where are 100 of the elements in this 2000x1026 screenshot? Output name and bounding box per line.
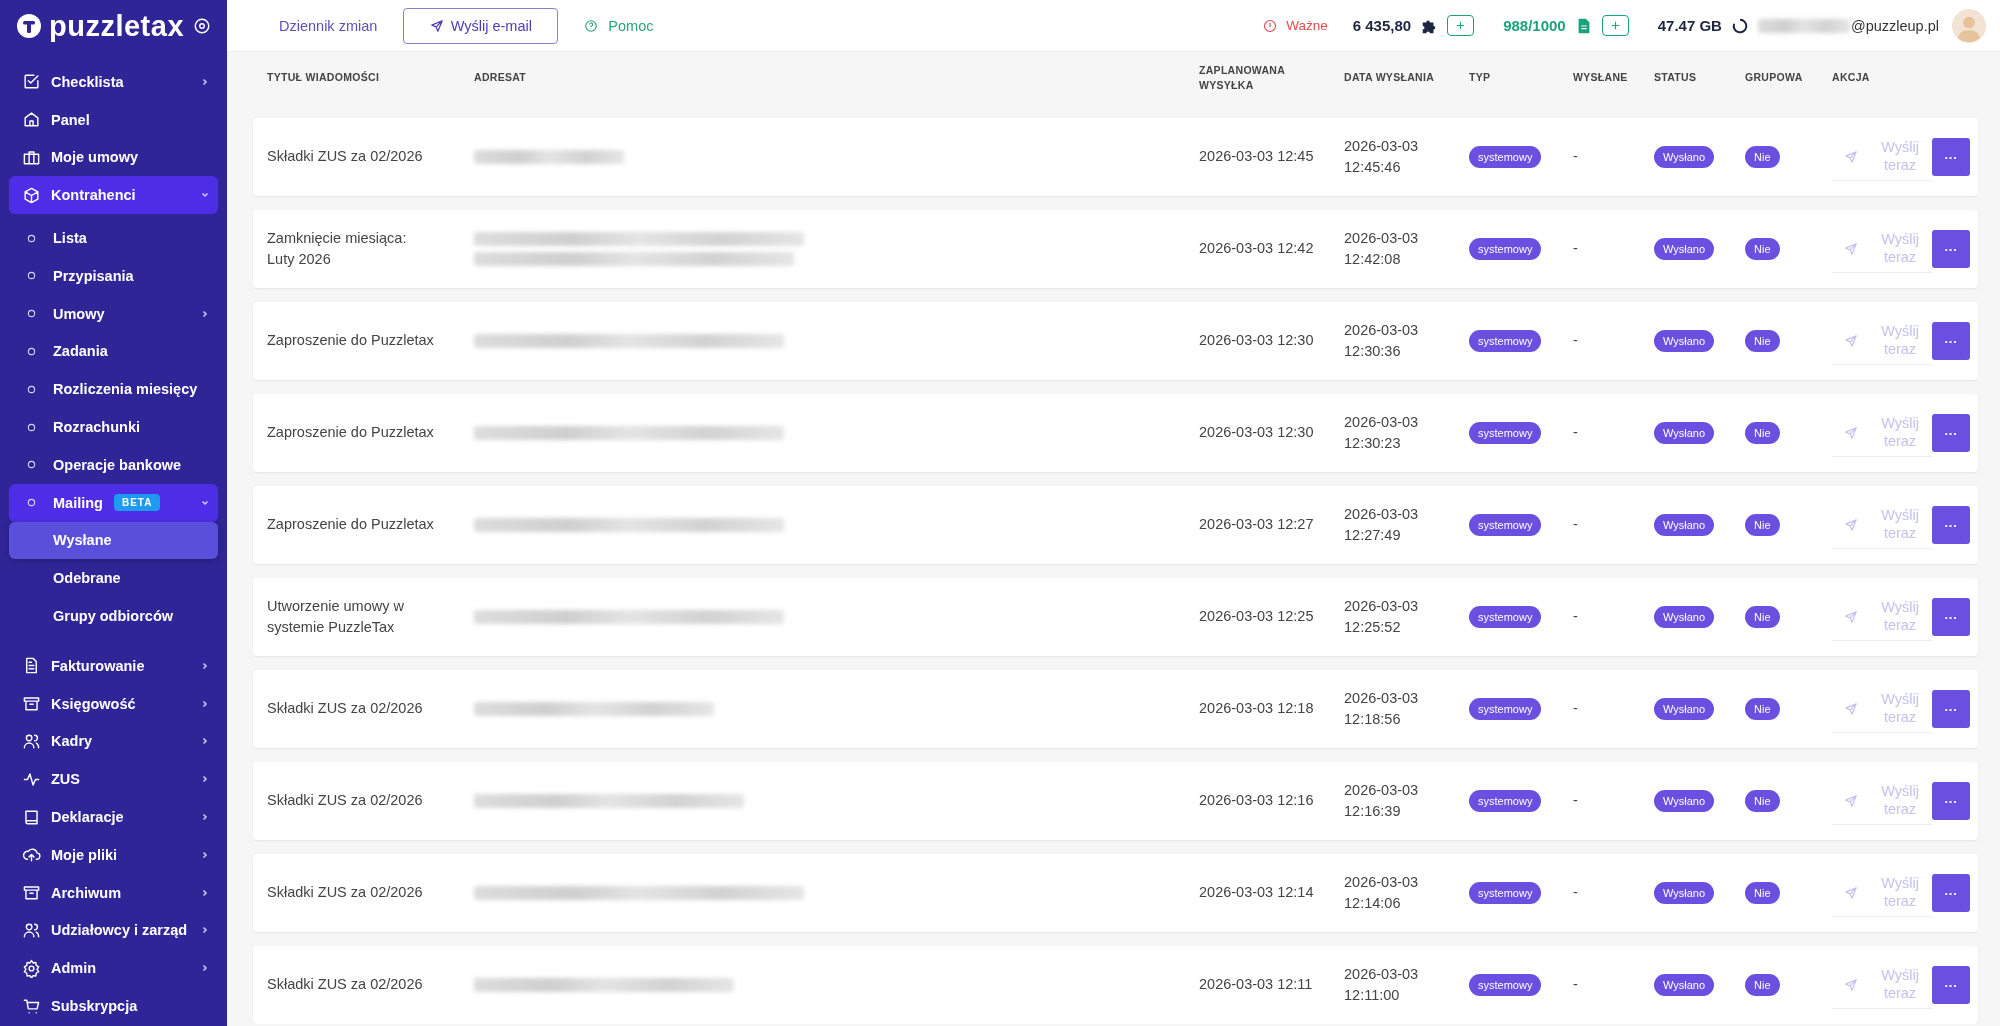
- more-button[interactable]: ···: [1932, 966, 1970, 1004]
- send-icon: [1844, 793, 1858, 808]
- chevron-icon: [200, 963, 210, 974]
- book-icon: [22, 807, 41, 827]
- checkbox-icon: [22, 72, 41, 92]
- status-badge: Wysłano: [1654, 238, 1715, 260]
- nav-item[interactable]: Księgowość: [9, 684, 218, 723]
- nav-item[interactable]: Kontrahenci: [9, 176, 218, 215]
- nav-item[interactable]: Checklista: [9, 63, 218, 101]
- table-cell-text: -: [1573, 607, 1579, 627]
- type-badge: systemowy: [1469, 238, 1542, 260]
- table-cell-text: Zaproszenie do Puzzletax: [267, 331, 435, 351]
- send-icon: [1844, 241, 1858, 256]
- add-button[interactable]: [1601, 15, 1629, 36]
- column-header: WYSŁANE: [1573, 70, 1629, 86]
- bullet-icon: [27, 422, 36, 432]
- send-icon: [1844, 333, 1858, 348]
- status-badge: Wysłano: [1654, 790, 1715, 812]
- type-badge: systemowy: [1469, 974, 1542, 996]
- nav-item[interactable]: Zadania: [9, 332, 218, 371]
- send-icon: [1844, 977, 1858, 992]
- status-badge: Wysłano: [1654, 882, 1715, 904]
- cart-icon: [22, 996, 41, 1016]
- more-button[interactable]: ···: [1932, 414, 1970, 452]
- nav-item[interactable]: Admin: [9, 949, 218, 988]
- table-cell-text: Składki ZUS za 02/2026: [267, 791, 424, 811]
- nav-item[interactable]: Rozrachunki: [9, 408, 218, 446]
- column-header: GRUPOWA: [1745, 70, 1804, 86]
- bullet-icon: [27, 384, 36, 394]
- progress-ring-icon: [1730, 16, 1749, 35]
- chevron-icon: [200, 849, 210, 860]
- nav-item[interactable]: Kadry: [9, 722, 218, 761]
- nav-item[interactable]: Lista: [9, 219, 218, 257]
- nav-item[interactable]: Przypisania: [9, 257, 218, 295]
- table-cell-text: 2026-03-03 12:30:23: [1344, 413, 1420, 453]
- table-cell-text: 2026-03-03 12:30: [1199, 423, 1315, 443]
- nav-item[interactable]: Udziałowcy i zarząd: [9, 911, 218, 950]
- nav-item[interactable]: Moje pliki: [9, 835, 218, 874]
- nav-item[interactable]: Operacje bankowe: [9, 445, 218, 484]
- more-button[interactable]: ···: [1932, 782, 1970, 820]
- upload-icon: [22, 845, 41, 865]
- group-badge: Nie: [1745, 146, 1780, 168]
- nav-item[interactable]: Panel: [9, 100, 218, 139]
- nav-item[interactable]: Rozliczenia miesięcy: [9, 370, 218, 409]
- table-cell-text: -: [1573, 147, 1579, 167]
- bullet-icon: [27, 460, 36, 470]
- table-cell-text: Zaproszenie do Puzzletax: [267, 423, 435, 443]
- nav-item[interactable]: Wysłane: [9, 521, 218, 560]
- type-badge: systemowy: [1469, 790, 1542, 812]
- send-email-button[interactable]: Wyślij e-mail: [403, 7, 559, 44]
- more-button[interactable]: ···: [1932, 322, 1970, 360]
- table-cell-text: 2026-03-03 12:14:06: [1344, 873, 1420, 913]
- nav-item[interactable]: Fakturowanie: [9, 646, 218, 685]
- group-badge: Nie: [1745, 698, 1780, 720]
- bullet-icon: [27, 271, 36, 281]
- more-button[interactable]: ···: [1932, 230, 1970, 268]
- chevron-icon: [200, 660, 210, 671]
- table-cell-text: -: [1573, 515, 1579, 535]
- archive-icon: [22, 694, 41, 714]
- avatar-icon[interactable]: [1952, 8, 1986, 43]
- more-button[interactable]: ···: [1932, 138, 1970, 176]
- sidebar-toggle-icon[interactable]: [193, 17, 211, 35]
- chevron-icon: [200, 812, 210, 823]
- nav-item[interactable]: Grupy odbiorców: [9, 597, 218, 635]
- table-cell-text: 2026-03-03 12:18:56: [1344, 689, 1420, 729]
- send-icon: [1844, 425, 1858, 440]
- chevron-icon: [200, 698, 210, 709]
- important-link[interactable]: Ważne: [1263, 18, 1328, 33]
- group-badge: Nie: [1745, 238, 1780, 260]
- group-badge: Nie: [1745, 790, 1780, 812]
- add-button[interactable]: [1447, 15, 1475, 36]
- more-button[interactable]: ···: [1932, 874, 1970, 912]
- more-button[interactable]: ···: [1932, 506, 1970, 544]
- type-badge: systemowy: [1469, 698, 1542, 720]
- nav-item[interactable]: Deklaracje: [9, 798, 218, 836]
- more-button[interactable]: ···: [1932, 598, 1970, 636]
- table-cell-text: 2026-03-03 12:42: [1199, 239, 1315, 259]
- nav-item[interactable]: Moje umowy: [9, 138, 218, 177]
- documents-count: 988/1000: [1503, 17, 1566, 34]
- table-cell-text: 2026-03-03 12:27:49: [1344, 505, 1420, 545]
- table-cell-text: 2026-03-03 12:30:36: [1344, 321, 1420, 361]
- table-cell-text: Utworzenie umowy w systemie PuzzleTax: [267, 597, 405, 637]
- nav-item[interactable]: ZUS: [9, 760, 218, 799]
- send-icon: [429, 18, 444, 33]
- nav-item[interactable]: Umowy: [9, 294, 218, 333]
- chevron-icon: [200, 887, 210, 898]
- table-cell-text: -: [1573, 699, 1579, 719]
- send-icon: [1844, 701, 1858, 716]
- table-cell-text: 2026-03-03 12:25: [1199, 607, 1315, 627]
- chevron-icon: [200, 308, 210, 319]
- more-button[interactable]: ···: [1932, 690, 1970, 728]
- type-badge: systemowy: [1469, 330, 1542, 352]
- plus-icon: [1609, 20, 1621, 31]
- storage-usage: 47.47 GB: [1657, 17, 1722, 34]
- nav-item[interactable]: Odebrane: [9, 559, 218, 598]
- changelog-link[interactable]: Dziennik zmian: [279, 17, 378, 34]
- nav-item[interactable]: Archiwum: [9, 873, 218, 912]
- nav-item[interactable]: Mailing BETA: [9, 483, 218, 522]
- nav-item[interactable]: Subskrypcja: [9, 987, 218, 1025]
- status-badge: Wysłano: [1654, 514, 1715, 536]
